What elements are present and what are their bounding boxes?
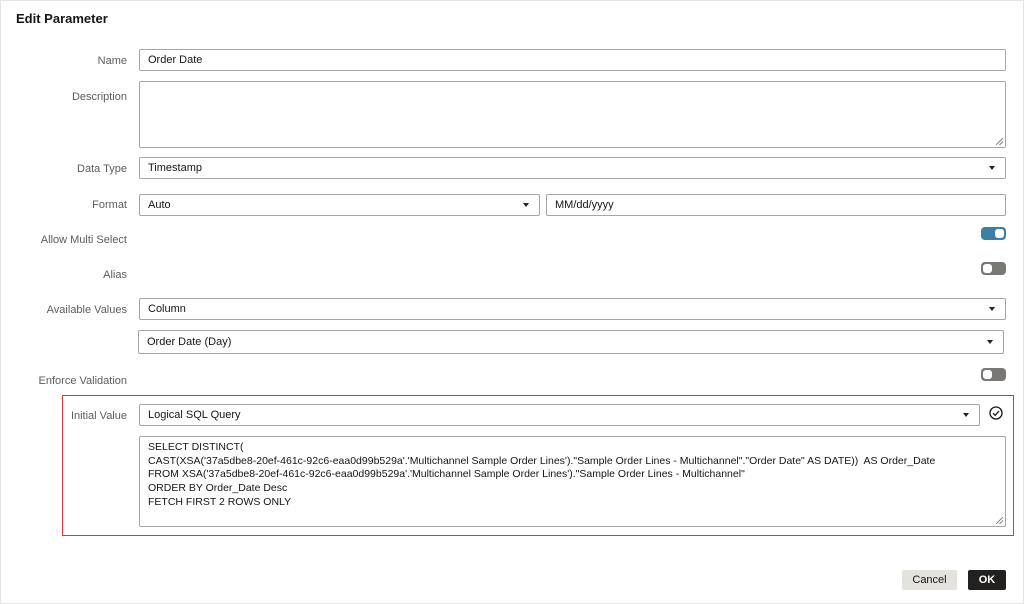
toggle-knob: [995, 229, 1004, 238]
initial-value-select[interactable]: Logical SQL Query: [139, 404, 980, 426]
chevron-down-icon: [523, 203, 529, 207]
resize-handle-icon[interactable]: [996, 138, 1003, 145]
format-pattern-value: MM/dd/yyyy: [555, 199, 614, 211]
name-value: Order Date: [148, 54, 203, 66]
sql-line: FROM XSA('37a5dbe8-20ef-461c-92c6-eaa0d9…: [148, 468, 745, 480]
dialog-title: Edit Parameter: [16, 11, 108, 26]
format-label: Format: [92, 199, 127, 211]
alias-label: Alias: [103, 269, 127, 281]
sql-line: FETCH FIRST 2 ROWS ONLY: [148, 496, 292, 508]
data-type-select[interactable]: Timestamp: [139, 157, 1006, 179]
chevron-down-icon: [989, 307, 995, 311]
enforce-validation-label: Enforce Validation: [38, 375, 127, 387]
enforce-validation-toggle[interactable]: [981, 368, 1006, 381]
data-type-value: Timestamp: [148, 162, 202, 174]
initial-value-value: Logical SQL Query: [148, 409, 241, 421]
ok-button[interactable]: OK: [968, 570, 1006, 590]
data-type-label: Data Type: [77, 163, 127, 175]
column-value: Order Date (Day): [147, 336, 232, 348]
chevron-down-icon: [987, 340, 993, 344]
sql-line: ORDER BY Order_Date Desc: [148, 482, 288, 494]
format-pattern-input[interactable]: MM/dd/yyyy: [546, 194, 1006, 216]
allow-multi-select-toggle[interactable]: [981, 227, 1006, 240]
sql-line: CAST(XSA('37a5dbe8-20ef-461c-92c6-eaa0d9…: [148, 455, 936, 467]
format-select[interactable]: Auto: [139, 194, 540, 216]
initial-value-label: Initial Value: [70, 410, 127, 422]
available-values-select[interactable]: Column: [139, 298, 1006, 320]
alias-toggle[interactable]: [981, 262, 1006, 275]
chevron-down-icon: [963, 413, 969, 417]
toggle-knob: [983, 264, 992, 273]
description-textarea[interactable]: [139, 81, 1006, 148]
toggle-knob: [983, 370, 992, 379]
available-values-value: Column: [148, 303, 186, 315]
format-value: Auto: [148, 199, 171, 211]
description-label: Description: [71, 91, 127, 103]
cancel-button[interactable]: Cancel: [902, 570, 957, 590]
name-label: Name: [97, 55, 127, 67]
allow-multi-select-label: Allow Multi Select: [40, 234, 127, 246]
validate-check-icon[interactable]: [989, 406, 1003, 420]
sql-line: SELECT DISTINCT(: [148, 441, 244, 453]
resize-handle-icon[interactable]: [996, 517, 1003, 524]
name-input[interactable]: Order Date: [139, 49, 1006, 71]
column-select[interactable]: Order Date (Day): [138, 330, 1004, 354]
edit-parameter-dialog: Edit Parameter Name Order Date Descripti…: [0, 0, 1024, 604]
chevron-down-icon: [989, 166, 995, 170]
available-values-label: Available Values: [46, 304, 127, 316]
